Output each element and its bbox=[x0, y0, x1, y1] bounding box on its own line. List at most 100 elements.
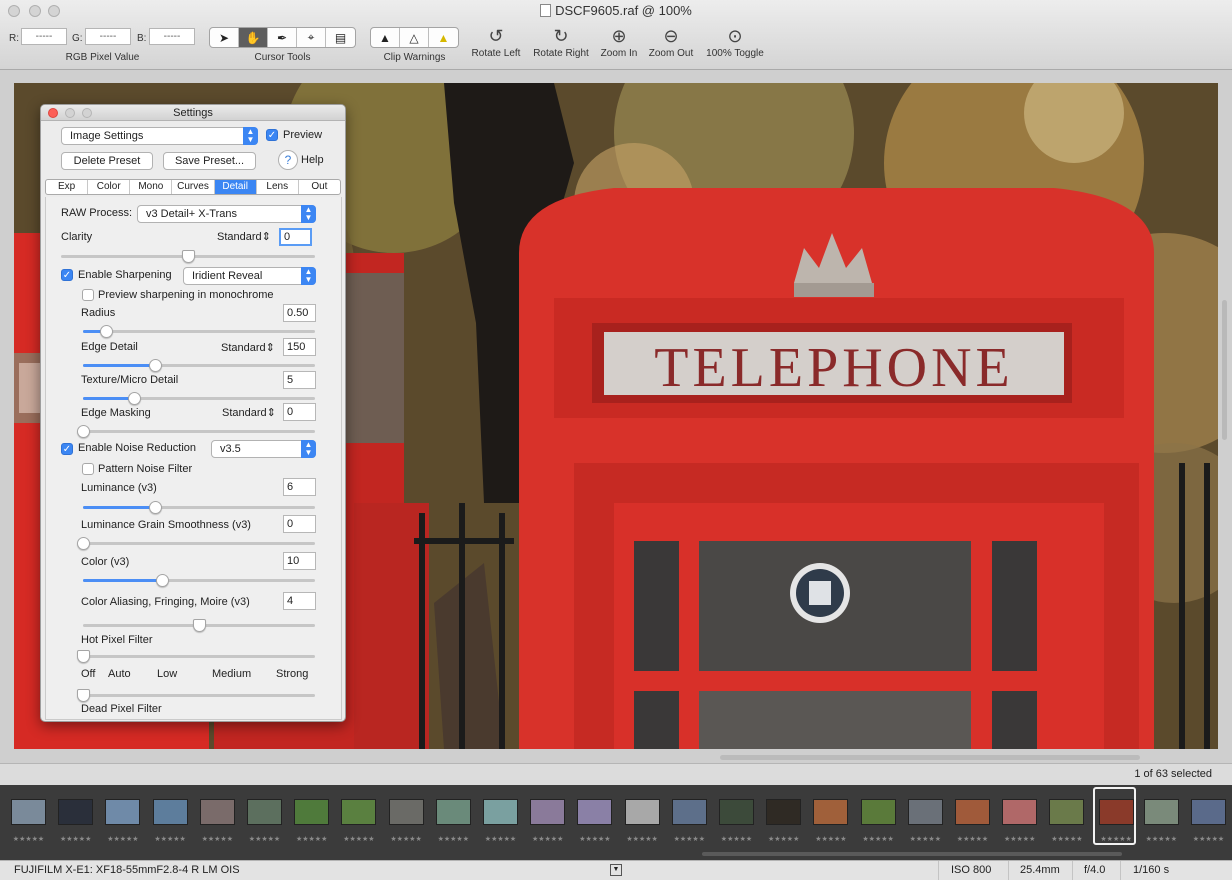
preview-mono-checkbox[interactable] bbox=[82, 289, 94, 301]
rating-stars[interactable]: ★★★★★ bbox=[243, 835, 286, 843]
rating-stars[interactable]: ★★★★★ bbox=[762, 835, 805, 843]
filmstrip-thumbnail[interactable]: ★★★★★ bbox=[809, 789, 852, 849]
radius-slider[interactable] bbox=[83, 325, 315, 338]
rating-stars[interactable]: ★★★★★ bbox=[7, 835, 50, 843]
filmstrip-scrollbar[interactable] bbox=[702, 852, 1122, 856]
rating-stars[interactable]: ★★★★★ bbox=[1187, 835, 1230, 843]
tab-detail[interactable]: Detail bbox=[214, 180, 257, 194]
filmstrip-thumbnail[interactable]: ★★★★★ bbox=[573, 789, 616, 849]
aliasing-slider[interactable] bbox=[83, 619, 315, 632]
hot-pixel-slider[interactable] bbox=[77, 650, 315, 663]
tab-color[interactable]: Color bbox=[88, 180, 131, 194]
filmstrip-thumbnail[interactable]: ★★★★★ bbox=[54, 789, 97, 849]
warning-filled-icon[interactable]: ▲ bbox=[371, 28, 400, 47]
rating-stars[interactable]: ★★★★★ bbox=[479, 835, 522, 843]
filmstrip-thumbnail[interactable]: ★★★★★ bbox=[1092, 787, 1136, 845]
dropdown-menu-icon[interactable]: ▼ bbox=[610, 864, 622, 876]
save-preset-button[interactable]: Save Preset... bbox=[163, 152, 256, 170]
color-v3-slider[interactable] bbox=[83, 574, 315, 587]
edge-detail-slider-knob[interactable] bbox=[148, 359, 162, 372]
filmstrip-thumbnail[interactable]: ★★★★★ bbox=[1187, 789, 1230, 849]
rating-stars[interactable]: ★★★★★ bbox=[621, 835, 664, 843]
settings-minimize-button[interactable] bbox=[65, 108, 75, 118]
edge-masking-slider[interactable] bbox=[77, 425, 315, 438]
texture-slider-knob[interactable] bbox=[128, 392, 142, 405]
warning-outline-icon[interactable]: △ bbox=[400, 28, 429, 47]
rating-stars[interactable]: ★★★★★ bbox=[196, 835, 239, 843]
filmstrip-thumbnail[interactable]: ★★★★★ bbox=[715, 789, 758, 849]
rating-stars[interactable]: ★★★★★ bbox=[290, 835, 333, 843]
filmstrip-thumbnail[interactable]: ★★★★★ bbox=[101, 789, 144, 849]
vertical-scrollbar[interactable] bbox=[1222, 300, 1227, 440]
rating-stars[interactable]: ★★★★★ bbox=[337, 835, 380, 843]
rating-stars[interactable]: ★★★★★ bbox=[1045, 835, 1088, 843]
aliasing-slider-knob[interactable] bbox=[193, 619, 206, 632]
arrow-icon[interactable]: ➤ bbox=[210, 28, 239, 47]
aliasing-value-field[interactable]: 4 bbox=[283, 592, 316, 610]
tab-mono[interactable]: Mono bbox=[130, 180, 173, 194]
rating-stars[interactable]: ★★★★★ bbox=[857, 835, 900, 843]
rating-stars[interactable]: ★★★★★ bbox=[1140, 835, 1183, 843]
edge-detail-mode-select[interactable]: Standard⇕ bbox=[221, 341, 275, 354]
zoom-in-button[interactable]: ⊕ Zoom In bbox=[597, 24, 641, 59]
rating-stars[interactable]: ★★★★★ bbox=[573, 835, 616, 843]
rotate-right-button[interactable]: ↻ Rotate Right bbox=[529, 24, 593, 59]
clarity-value-field[interactable]: 0 bbox=[279, 228, 312, 246]
hot-pixel-slider-knob[interactable] bbox=[77, 650, 90, 663]
settings-zoom-button[interactable] bbox=[82, 108, 92, 118]
filmstrip-thumbnail[interactable]: ★★★★★ bbox=[857, 789, 900, 849]
grain-slider[interactable] bbox=[77, 537, 315, 550]
filmstrip-thumbnail[interactable]: ★★★★★ bbox=[337, 789, 380, 849]
rating-stars[interactable]: ★★★★★ bbox=[904, 835, 947, 843]
filmstrip-thumbnail[interactable]: ★★★★★ bbox=[998, 789, 1041, 849]
edge-detail-slider[interactable] bbox=[83, 359, 315, 372]
color-v3-value-field[interactable]: 10 bbox=[283, 552, 316, 570]
horizontal-scrollbar[interactable] bbox=[720, 755, 1140, 760]
color-v3-slider-knob[interactable] bbox=[155, 574, 169, 587]
warning-yellow-icon[interactable]: ▲ bbox=[429, 28, 458, 47]
luminance-slider-knob[interactable] bbox=[148, 501, 162, 514]
crop-icon[interactable]: ⌖ bbox=[297, 28, 326, 47]
rating-stars[interactable]: ★★★★★ bbox=[149, 835, 192, 843]
preview-checkbox[interactable]: ✓ bbox=[266, 129, 278, 141]
settings-close-button[interactable] bbox=[48, 108, 58, 118]
texture-value-field[interactable]: 5 bbox=[283, 371, 316, 389]
dead-pixel-slider[interactable] bbox=[77, 689, 315, 702]
tab-out[interactable]: Out bbox=[299, 180, 340, 194]
edge-masking-slider-knob[interactable] bbox=[77, 425, 90, 438]
filmstrip-thumbnail[interactable]: ★★★★★ bbox=[621, 789, 664, 849]
filmstrip-thumbnail[interactable]: ★★★★★ bbox=[149, 789, 192, 849]
tab-exp[interactable]: Exp bbox=[46, 180, 89, 194]
delete-preset-button[interactable]: Delete Preset bbox=[61, 152, 153, 170]
pattern-noise-checkbox[interactable] bbox=[82, 463, 94, 475]
radius-value-field[interactable]: 0.50 bbox=[283, 304, 316, 322]
help-icon[interactable]: ? bbox=[278, 150, 298, 170]
filmstrip-thumbnail[interactable]: ★★★★★ bbox=[951, 789, 994, 849]
filmstrip-thumbnail[interactable]: ★★★★★ bbox=[479, 789, 522, 849]
filmstrip-thumbnail[interactable]: ★★★★★ bbox=[385, 789, 428, 849]
raw-process-select[interactable]: v3 Detail+ X-Trans ▲ ▼ bbox=[137, 205, 316, 223]
filmstrip-thumbnail[interactable]: ★★★★★ bbox=[526, 789, 569, 849]
enable-noise-reduction-checkbox[interactable]: ✓ bbox=[61, 443, 73, 455]
zoom-out-button[interactable]: ⊖ Zoom Out bbox=[645, 24, 697, 59]
filmstrip-thumbnail[interactable]: ★★★★★ bbox=[432, 789, 475, 849]
texture-slider[interactable] bbox=[83, 392, 315, 405]
clarity-mode-select[interactable]: Standard⇕ bbox=[217, 230, 271, 243]
rating-stars[interactable]: ★★★★★ bbox=[526, 835, 569, 843]
noise-reduction-version-select[interactable]: v3.5 ▲ ▼ bbox=[211, 440, 316, 458]
straighten-icon[interactable]: ▤ bbox=[326, 28, 355, 47]
dead-pixel-slider-knob[interactable] bbox=[77, 689, 90, 702]
rotate-left-button[interactable]: ↺ Rotate Left bbox=[466, 24, 526, 59]
rating-stars[interactable]: ★★★★★ bbox=[668, 835, 711, 843]
edge-detail-value-field[interactable]: 150 bbox=[283, 338, 316, 356]
rating-stars[interactable]: ★★★★★ bbox=[54, 835, 97, 843]
sharpening-method-select[interactable]: Iridient Reveal ▲ ▼ bbox=[183, 267, 316, 285]
filmstrip-thumbnail[interactable]: ★★★★★ bbox=[668, 789, 711, 849]
grain-value-field[interactable]: 0 bbox=[283, 515, 316, 533]
radius-slider-knob[interactable] bbox=[100, 325, 114, 338]
filmstrip-thumbnail[interactable]: ★★★★★ bbox=[243, 789, 286, 849]
filmstrip-thumbnail[interactable]: ★★★★★ bbox=[762, 789, 805, 849]
eyedropper-icon[interactable]: ✒ bbox=[268, 28, 297, 47]
rating-stars[interactable]: ★★★★★ bbox=[385, 835, 428, 843]
tab-lens[interactable]: Lens bbox=[257, 180, 299, 194]
